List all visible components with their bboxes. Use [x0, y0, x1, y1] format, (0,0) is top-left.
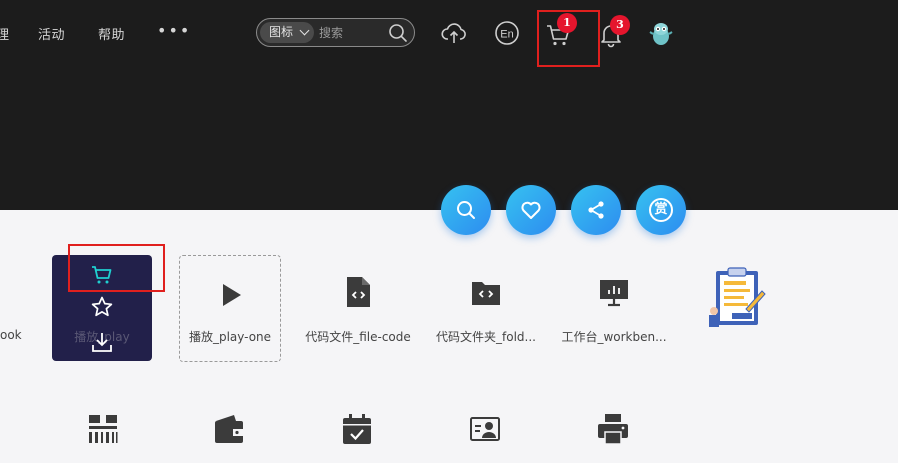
nav-item-activity[interactable]: 活动 [38, 24, 65, 43]
svg-text:En: En [500, 29, 513, 41]
icon-label-cut-off: ook [0, 328, 22, 342]
icon-card-folder-code[interactable]: 代码文件夹_fold... [436, 255, 536, 361]
reward-action-button[interactable]: 赏 [636, 185, 686, 235]
download-icon[interactable] [90, 330, 114, 354]
search-box: 图标 [256, 18, 415, 47]
language-en-icon[interactable]: En [494, 20, 520, 46]
folder-code-icon [472, 282, 500, 305]
workbench-icon [600, 280, 628, 307]
reward-icon: 赏 [649, 198, 673, 222]
nav-item-help[interactable]: 帮助 [98, 24, 125, 43]
play-icon [223, 284, 241, 306]
search-type-select[interactable]: 图标 [260, 22, 314, 43]
wallet-icon[interactable] [212, 412, 246, 446]
search-action-button[interactable] [441, 185, 491, 235]
search-icon[interactable] [388, 23, 408, 43]
search-type-label: 图标 [269, 25, 294, 39]
icon-card-file-code[interactable]: 代码文件_file-code [305, 255, 411, 361]
clipboard-illustration [709, 267, 766, 327]
barcode-icon[interactable] [86, 412, 120, 446]
icon-card-label: 代码文件夹_fold... [436, 330, 536, 344]
chevron-down-icon [299, 25, 310, 36]
search-input[interactable] [319, 23, 383, 43]
share-icon [588, 201, 604, 219]
icon-card-play-one[interactable]: 播放_play-one [179, 255, 281, 362]
icon-card-label: 工作台_workben... [561, 330, 667, 344]
notification-count-badge: 3 [610, 15, 630, 35]
icon-card-illustration[interactable] [688, 255, 788, 361]
file-code-icon [347, 277, 370, 307]
favorite-action-button[interactable] [506, 185, 556, 235]
search-icon [457, 201, 475, 219]
more-menu-button[interactable]: ••• [157, 23, 191, 39]
icon-card-workbench[interactable]: 工作台_workben... [561, 255, 667, 361]
user-avatar[interactable] [649, 20, 673, 48]
id-card-icon[interactable] [468, 412, 502, 446]
top-header: 理 活动 帮助 ••• 图标 En 1 3 [0, 0, 898, 210]
highlight-box-cart [537, 10, 600, 67]
calendar-check-icon[interactable] [340, 412, 374, 446]
icon-card-label: 代码文件_file-code [305, 330, 411, 344]
share-action-button[interactable] [571, 185, 621, 235]
upload-cloud-icon[interactable] [441, 20, 467, 46]
nav-item-manage[interactable]: 理 [0, 24, 10, 43]
highlight-box-add-to-cart [68, 244, 165, 292]
printer-icon[interactable] [596, 412, 630, 446]
icon-card-label: 播放_play-one [188, 330, 272, 344]
star-icon[interactable] [90, 295, 114, 319]
heart-icon [521, 201, 541, 219]
